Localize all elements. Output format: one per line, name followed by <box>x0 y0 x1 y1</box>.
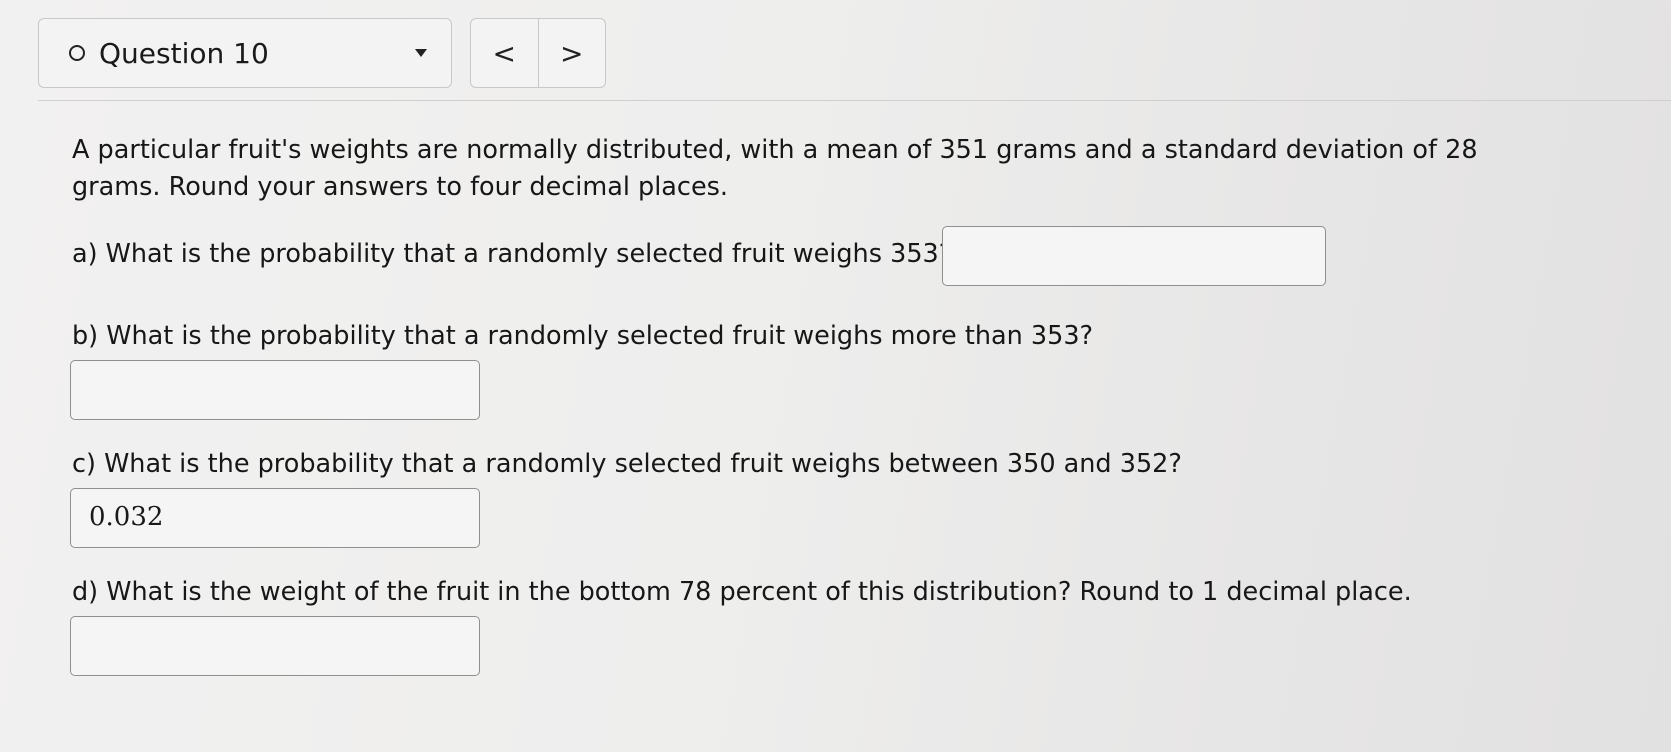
page: Question 10 < > A particular fruit's wei… <box>0 0 1671 752</box>
chevron-right-icon: > <box>560 36 584 70</box>
problem-statement: A particular fruit's weights are normall… <box>72 135 1478 202</box>
part-b-answer-input[interactable] <box>70 360 480 420</box>
previous-question-button[interactable]: < <box>471 19 538 87</box>
part-d-answer-input[interactable] <box>70 616 480 676</box>
chevron-left-icon: < <box>492 36 516 70</box>
header-divider <box>38 100 1671 101</box>
question-toolbar: Question 10 < > <box>38 18 606 90</box>
question-content: A particular fruit's weights are normall… <box>70 132 1532 676</box>
question-selector[interactable]: Question 10 <box>38 18 452 88</box>
radio-circle-icon <box>69 45 85 61</box>
part-b-question: b) What is the probability that a random… <box>72 321 1094 351</box>
caret-down-icon <box>415 49 427 57</box>
part-a-question: a) What is the probability that a random… <box>72 239 953 269</box>
part-d-question: d) What is the weight of the fruit in th… <box>72 577 1412 607</box>
question-label: Question 10 <box>99 36 269 70</box>
part-c-question: c) What is the probability that a random… <box>72 449 1182 479</box>
question-nav: < > <box>470 18 606 88</box>
next-question-button[interactable]: > <box>537 19 606 87</box>
part-a-answer-input[interactable] <box>942 226 1326 286</box>
part-c-answer-input[interactable]: 0.032 <box>70 488 480 548</box>
